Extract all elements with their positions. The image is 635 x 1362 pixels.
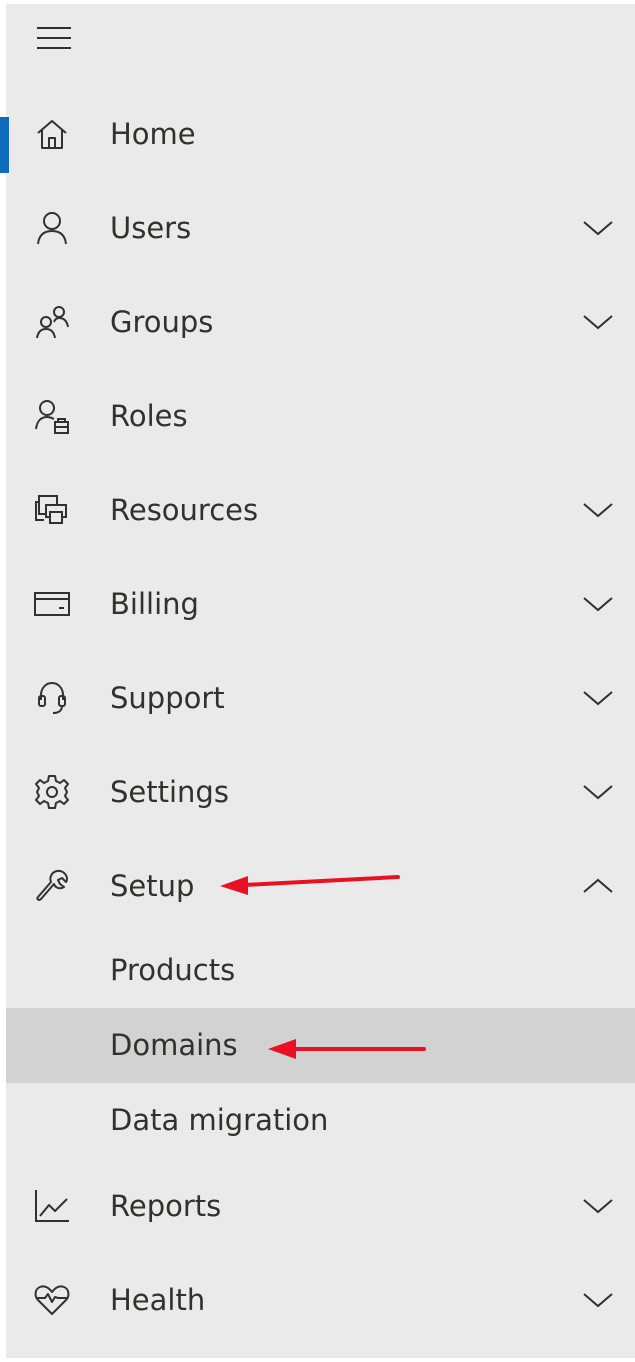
nav-item-billing[interactable]: Billing <box>6 557 635 651</box>
nav-item-label: Users <box>110 211 192 245</box>
collapse-navigation-button[interactable] <box>6 4 106 74</box>
sub-nav-item-label: Products <box>110 953 236 987</box>
sub-nav-item-label: Data migration <box>110 1103 329 1137</box>
annotation-arrow-setup <box>220 868 406 895</box>
chevron-down-icon[interactable] <box>580 592 616 616</box>
billing-icon <box>32 584 72 624</box>
chevron-down-icon[interactable] <box>580 780 616 804</box>
groups-icon <box>32 302 72 342</box>
nav-item-label: Resources <box>110 493 259 527</box>
nav-item-reports[interactable]: Reports <box>6 1159 635 1253</box>
chevron-down-icon[interactable] <box>580 686 616 710</box>
nav-item-resources[interactable]: Resources <box>6 463 635 557</box>
nav-item-health[interactable]: Health <box>6 1253 635 1347</box>
hamburger-icon <box>34 24 74 52</box>
chevron-down-icon[interactable] <box>580 498 616 522</box>
chevron-up-icon[interactable] <box>580 874 616 898</box>
annotation-arrow-domains <box>268 1039 429 1059</box>
nav-item-users[interactable]: Users <box>6 181 635 275</box>
nav-item-support[interactable]: Support <box>6 651 635 745</box>
nav-item-label: Reports <box>110 1189 222 1223</box>
gear-icon <box>32 772 72 812</box>
chevron-down-icon[interactable] <box>580 1288 616 1312</box>
nav-item-label: Support <box>110 681 225 715</box>
home-icon <box>32 114 72 154</box>
nav-item-label: Billing <box>110 587 199 621</box>
line-chart-icon <box>32 1186 72 1226</box>
sub-nav-item-products[interactable]: Products <box>6 933 635 1008</box>
nav-item-label: Roles <box>110 399 188 433</box>
nav-item-settings[interactable]: Settings <box>6 745 635 839</box>
nav-item-label: Health <box>110 1283 206 1317</box>
headset-icon <box>32 678 72 718</box>
admin-side-navigation: Home Users Groups Roles Resources Billin… <box>0 4 635 1358</box>
active-indicator <box>0 117 9 173</box>
chevron-down-icon[interactable] <box>580 310 616 334</box>
nav-item-home[interactable]: Home <box>0 87 635 181</box>
roles-icon <box>32 396 72 436</box>
nav-item-label: Home <box>110 117 196 151</box>
chevron-down-icon[interactable] <box>580 216 616 240</box>
nav-item-label: Setup <box>110 869 195 903</box>
nav-item-groups[interactable]: Groups <box>6 275 635 369</box>
sub-nav-item-data-migration[interactable]: Data migration <box>6 1083 635 1158</box>
chevron-down-icon[interactable] <box>580 1194 616 1218</box>
heart-pulse-icon <box>32 1280 72 1320</box>
sub-nav-item-label: Domains <box>110 1028 238 1062</box>
user-icon <box>32 208 72 248</box>
nav-item-roles[interactable]: Roles <box>6 369 635 463</box>
resources-icon <box>32 490 72 530</box>
wrench-icon <box>32 866 72 906</box>
nav-item-label: Settings <box>110 775 229 809</box>
nav-item-label: Groups <box>110 305 214 339</box>
